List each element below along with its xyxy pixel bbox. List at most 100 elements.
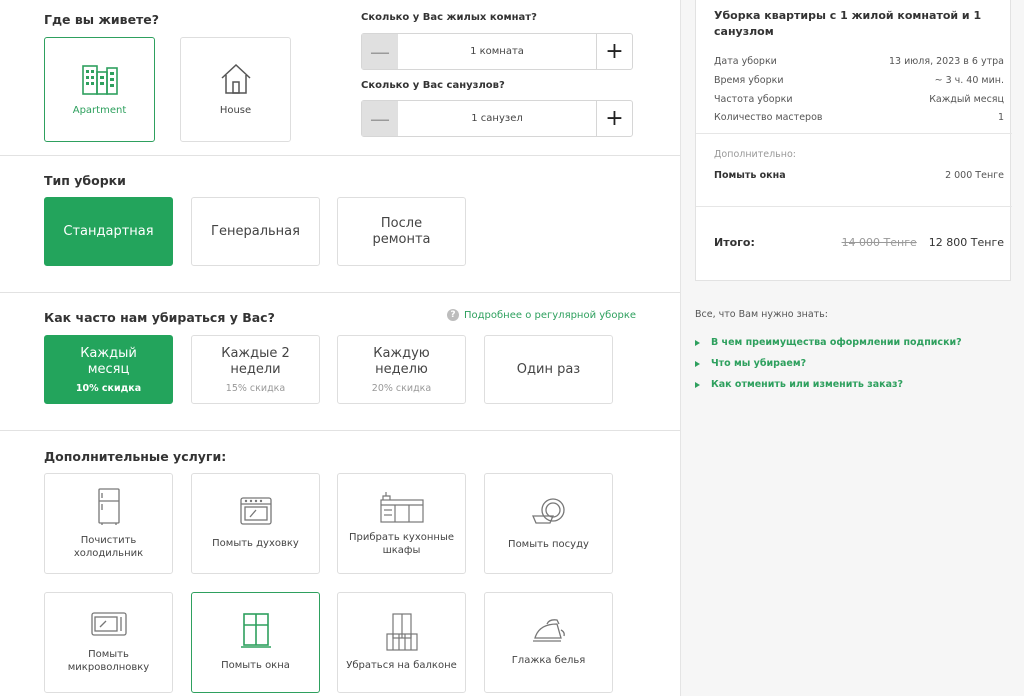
frequency-title: Один раз [516,361,581,377]
summary-row: Частота уборки Каждый месяц [714,94,1004,105]
oven-icon [239,497,272,525]
divider [0,292,680,293]
rooms-minus-button[interactable]: — [362,34,398,69]
bathrooms-stepper: — 1 санузел + [361,100,633,137]
total-row: Итого: 14 000 Тенге 12 800 Тенге [714,236,1004,249]
extras-heading: Дополнительные услуги: [44,449,227,464]
extra-balcony[interactable]: Убраться на балконе [337,592,466,693]
help-icon: ? [447,309,459,321]
triangle-right-icon [695,339,700,346]
summary-row: Дата уборки 13 июля, 2023 в 6 утра [714,56,1004,67]
divider [0,430,680,431]
extra-label: Помыть микроволновку [67,648,150,673]
summary-row-value: ~ 3 ч. 40 мин. [934,75,1004,86]
frequency-monthly[interactable]: Каждый месяц 10% скидка [44,335,173,404]
apartment-building-icon [81,63,119,95]
total-old-price: 14 000 Тенге [841,236,917,249]
extra-ironing[interactable]: Глажка белья [484,592,613,693]
apartment-option[interactable]: Apartment [44,37,155,142]
regular-cleaning-info-link[interactable]: ? Подробнее о регулярной уборке [447,309,636,321]
rooms-value: 1 комната [470,46,524,57]
iron-icon [531,618,567,644]
extra-dishes[interactable]: Помыть посуду [484,473,613,574]
cleaning-type-label: Генеральная [211,223,300,239]
house-label: House [219,105,252,116]
faq-item[interactable]: В чем преимущества оформлении подписки? [695,337,962,348]
extra-windows[interactable]: Помыть окна [191,592,320,693]
home-type-heading: Где вы живете? [44,12,160,27]
house-icon [219,62,253,96]
bathrooms-minus-button[interactable]: — [362,101,398,136]
fridge-icon [97,487,121,526]
total-new-price: 12 800 Тенге [928,236,1004,249]
summary-row-key: Время уборки [714,75,784,86]
microwave-icon [90,611,127,638]
extra-label: Глажка белья [511,655,586,666]
balcony-icon [385,613,419,651]
faq-item-label: Как отменить или изменить заказ? [711,379,904,390]
cleaning-type-standard[interactable]: Стандартная [44,197,173,266]
faq-title: Все, что Вам нужно знать: [695,309,828,320]
triangle-right-icon [695,381,700,388]
summary-row: Время уборки ~ 3 ч. 40 мин. [714,75,1004,86]
extra-fridge[interactable]: Почистить холодильник [44,473,173,574]
summary-divider [696,206,1012,207]
frequency-title: Каждую неделю [373,345,430,377]
cleaning-type-label: После ремонта [372,215,431,247]
extra-label: Помыть духовку [212,538,299,549]
extra-oven[interactable]: Помыть духовку [191,473,320,574]
summary-title: Уборка квартиры с 1 жилой комнатой и 1 с… [714,9,982,38]
frequency-title: Каждые 2 недели [221,345,290,377]
rooms-plus-button[interactable]: + [596,34,632,69]
frequency-biweekly[interactable]: Каждые 2 недели 15% скидка [191,335,320,404]
bathrooms-plus-button[interactable]: + [596,101,632,136]
cleaning-type-after-renovation[interactable]: После ремонта [337,197,466,266]
extra-label: Прибрать кухонные шкафы [348,531,455,556]
summary-row: Количество мастеров 1 [714,112,1004,123]
additional-row: Помыть окна 2 000 Тенге [714,170,1004,181]
apartment-label: Apartment [72,104,127,116]
extra-kitchen-cabinets[interactable]: Прибрать кухонные шкафы [337,473,466,574]
extra-label: Помыть окна [221,660,290,671]
extra-microwave[interactable]: Помыть микроволновку [44,592,173,693]
dishes-icon [531,496,567,528]
extra-label: Помыть посуду [508,539,589,550]
house-option[interactable]: House [180,37,291,142]
rooms-stepper: — 1 комната + [361,33,633,70]
additional-value: 2 000 Тенге [945,170,1004,181]
extra-label: Убраться на балконе [346,660,457,671]
summary-row-key: Количество мастеров [714,112,823,123]
additional-key: Помыть окна [714,170,786,181]
summary-row-key: Дата уборки [714,56,777,67]
divider [0,155,680,156]
frequency-heading: Как часто нам убираться у Вас? [44,310,275,325]
triangle-right-icon [695,360,700,367]
summary-row-value: 13 июля, 2023 в 6 утра [889,56,1004,67]
cleaning-type-general[interactable]: Генеральная [191,197,320,266]
booking-form: Где вы живете? Apartment House Сколько у… [0,0,680,696]
faq-item[interactable]: Как отменить или изменить заказ? [695,379,903,390]
order-summary: Уборка квартиры с 1 жилой комнатой и 1 с… [695,0,1012,281]
frequency-discount: 15% скидка [225,382,286,394]
frequency-once[interactable]: Один раз [484,335,613,404]
bathrooms-label: Сколько у Вас санузлов? [361,80,505,91]
summary-row-value: Каждый месяц [929,94,1004,105]
cleaning-type-heading: Тип уборки [44,173,126,188]
kitchen-cabinets-icon [379,491,424,523]
rooms-label: Сколько у Вас жилых комнат? [361,12,537,23]
frequency-discount: 10% скидка [75,382,142,394]
regular-cleaning-info-label: Подробнее о регулярной уборке [464,309,637,321]
cleaning-type-label: Стандартная [63,223,154,239]
total-label: Итого: [714,236,755,249]
summary-divider [696,133,1012,134]
additional-label: Дополнительно: [714,149,796,160]
frequency-weekly[interactable]: Каждую неделю 20% скидка [337,335,466,404]
order-sidebar: Уборка квартиры с 1 жилой комнатой и 1 с… [680,0,1024,696]
faq-item-label: Что мы убираем? [711,358,807,369]
faq-item[interactable]: Что мы убираем? [695,358,806,369]
window-icon [240,613,271,649]
frequency-discount: 20% скидка [371,382,432,394]
frequency-title: Каждый месяц [80,345,137,377]
summary-row-value: 1 [997,112,1004,123]
faq-item-label: В чем преимущества оформлении подписки? [711,337,962,348]
